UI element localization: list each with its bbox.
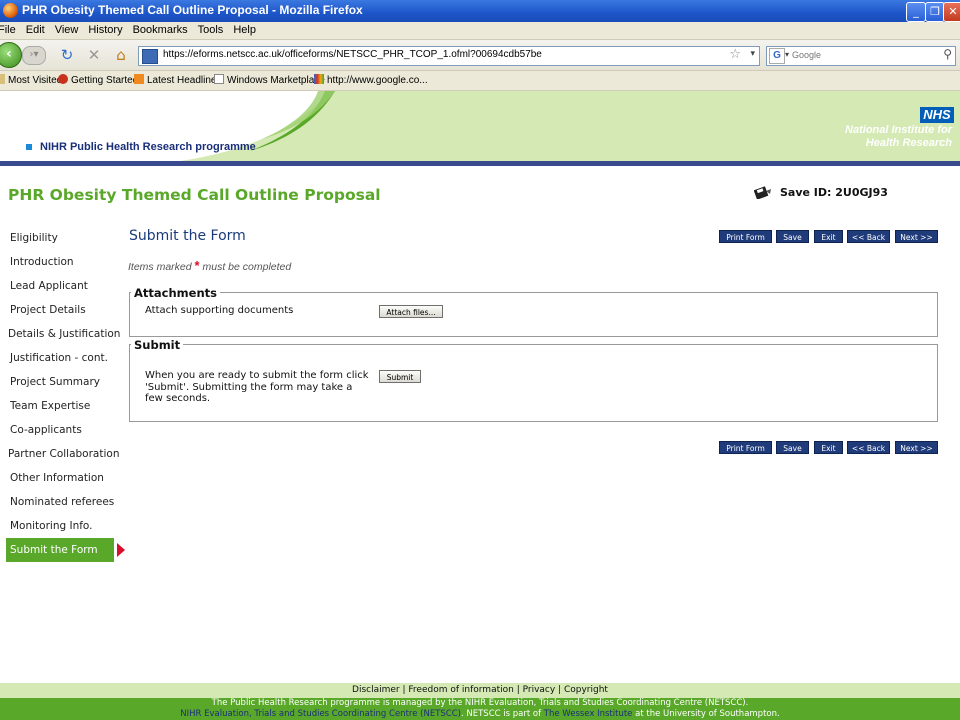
window-title: PHR Obesity Themed Call Outline Proposal… <box>22 3 363 17</box>
forward-arrow-icon[interactable]: ›▾ <box>22 46 46 65</box>
required-star-icon: * <box>194 258 200 273</box>
save-disk-icon <box>754 186 771 199</box>
print-form-button[interactable]: Print Form <box>719 230 772 243</box>
window-title-bar: PHR Obesity Themed Call Outline Proposal… <box>0 0 960 22</box>
nihr-logo-text: National Institute for Health Research <box>845 124 952 149</box>
firefox-bookmark-icon <box>58 74 68 84</box>
menu-history[interactable]: History <box>83 22 127 36</box>
google-icon <box>314 74 324 84</box>
print-form-button-bottom[interactable]: Print Form <box>719 441 772 454</box>
menu-tools[interactable]: Tools <box>193 22 229 36</box>
submit-instructions: When you are ready to submit the form cl… <box>145 370 369 404</box>
google-icon[interactable]: G <box>769 48 785 64</box>
search-box[interactable]: G ▾ ⚲ <box>766 46 956 66</box>
sidebar-nav: Eligibility Introduction Lead Applicant … <box>6 226 125 562</box>
address-url[interactable]: https://eforms.netscc.ac.uk/officeforms/… <box>163 49 542 60</box>
sidebar-item-partner-collaboration[interactable]: Partner Collaboration <box>6 442 119 466</box>
url-dropdown-icon[interactable]: ▾ <box>750 49 755 59</box>
submit-legend: Submit <box>131 338 184 352</box>
home-icon[interactable]: ⌂ <box>112 46 130 64</box>
footer-link-wessex[interactable]: The Wessex Institute <box>544 709 633 719</box>
back-button-bottom[interactable]: << Back <box>847 441 890 454</box>
save-id: Save ID: 2U0GJ93 <box>754 185 888 199</box>
search-icon[interactable]: ⚲ <box>943 47 952 61</box>
menu-bookmarks[interactable]: Bookmarks <box>128 22 193 36</box>
bullet-icon <box>26 144 32 150</box>
bookmark-most-visited[interactable]: Most Visited <box>0 74 62 86</box>
footer-info: The Public Health Research programme is … <box>0 698 960 720</box>
menu-file[interactable]: File <box>0 22 21 36</box>
sidebar-item-co-applicants[interactable]: Co-applicants <box>6 418 114 442</box>
back-arrow-icon[interactable]: ‹ <box>0 42 22 68</box>
required-note: Items marked * must be completed <box>128 258 292 273</box>
menu-help[interactable]: Help <box>228 22 261 36</box>
back-button[interactable]: << Back <box>847 230 890 243</box>
footer-link-netscc[interactable]: NIHR Evaluation, Trials and Studies Coor… <box>180 709 461 719</box>
footer-link-privacy[interactable]: Privacy <box>523 685 556 695</box>
sidebar-item-monitoring-info[interactable]: Monitoring Info. <box>6 514 114 538</box>
site-favicon-icon <box>142 49 158 64</box>
footer-link-disclaimer[interactable]: Disclaimer <box>352 685 400 695</box>
bookmark-latest-headlines[interactable]: Latest Headlines <box>134 74 222 86</box>
attach-documents-label: Attach supporting documents <box>145 305 294 316</box>
menu-bar: File Edit View History Bookmarks Tools Help <box>0 22 960 40</box>
close-button[interactable]: ✕ <box>943 2 960 22</box>
rss-icon <box>134 74 144 84</box>
sidebar-item-team-expertise[interactable]: Team Expertise <box>6 394 114 418</box>
reload-icon[interactable]: ↻ <box>58 46 76 64</box>
section-title: Submit the Form <box>129 228 246 244</box>
firefox-icon <box>3 3 18 18</box>
sidebar-item-other-information[interactable]: Other Information <box>6 466 114 490</box>
menu-view[interactable]: View <box>50 22 84 36</box>
bookmark-star-icon[interactable]: ☆ <box>729 47 741 62</box>
sidebar-item-project-summary[interactable]: Project Summary <box>6 370 114 394</box>
site-header: NIHR Public Health Research programme NH… <box>0 91 960 161</box>
bookmark-windows-marketplace[interactable]: Windows Marketplace <box>214 74 325 86</box>
save-button[interactable]: Save <box>776 230 809 243</box>
search-engine-dropdown-icon[interactable]: ▾ <box>785 50 789 59</box>
footer-link-foi[interactable]: Freedom of information <box>408 685 513 695</box>
nhs-logo: NHS <box>920 107 954 123</box>
bookmarks-toolbar: Most Visited Getting Started Latest Head… <box>0 71 960 91</box>
submit-button[interactable]: Submit <box>379 370 421 383</box>
form-title: PHR Obesity Themed Call Outline Proposal <box>8 186 381 204</box>
minimize-button[interactable]: _ <box>906 2 926 22</box>
sidebar-item-justification-cont[interactable]: Justification - cont. <box>6 346 114 370</box>
footer-line-1: The Public Health Research programme is … <box>211 698 749 708</box>
sidebar-item-eligibility[interactable]: Eligibility <box>6 226 114 250</box>
sidebar-item-introduction[interactable]: Introduction <box>6 250 114 274</box>
stop-icon[interactable]: ✕ <box>85 46 103 64</box>
folder-icon <box>0 74 5 84</box>
attach-files-button[interactable]: Attach files... <box>379 305 443 318</box>
sidebar-item-nominated-referees[interactable]: Nominated referees <box>6 490 114 514</box>
sidebar-item-submit-the-form[interactable]: Submit the Form <box>6 538 125 562</box>
footer-link-copyright[interactable]: Copyright <box>564 685 608 695</box>
attachments-legend: Attachments <box>131 286 220 300</box>
address-bar[interactable]: https://eforms.netscc.ac.uk/officeforms/… <box>138 46 760 66</box>
footer-line-2: NIHR Evaluation, Trials and Studies Coor… <box>180 709 780 719</box>
sidebar-item-lead-applicant[interactable]: Lead Applicant <box>6 274 114 298</box>
navigation-toolbar: ‹ ›▾ ↻ ✕ ⌂ https://eforms.netscc.ac.uk/o… <box>0 40 960 71</box>
menu-edit[interactable]: Edit <box>21 22 50 36</box>
sidebar-item-details-justification[interactable]: Details & Justification <box>6 322 120 346</box>
page-icon <box>214 74 224 84</box>
current-page-arrow-icon <box>117 543 125 557</box>
programme-title[interactable]: NIHR Public Health Research programme <box>40 141 256 153</box>
footer-links: Disclaimer | Freedom of information | Pr… <box>0 683 960 698</box>
next-button[interactable]: Next >> <box>895 230 938 243</box>
exit-button-bottom[interactable]: Exit <box>814 441 843 454</box>
bookmark-getting-started[interactable]: Getting Started <box>58 74 138 86</box>
maximize-button[interactable]: ❐ <box>925 2 945 22</box>
sidebar-item-project-details[interactable]: Project Details <box>6 298 114 322</box>
bookmark-google[interactable]: http://www.google.co... <box>314 74 428 86</box>
exit-button[interactable]: Exit <box>814 230 843 243</box>
save-button-bottom[interactable]: Save <box>776 441 809 454</box>
search-input[interactable] <box>792 48 932 62</box>
header-divider <box>0 161 960 166</box>
next-button-bottom[interactable]: Next >> <box>895 441 938 454</box>
